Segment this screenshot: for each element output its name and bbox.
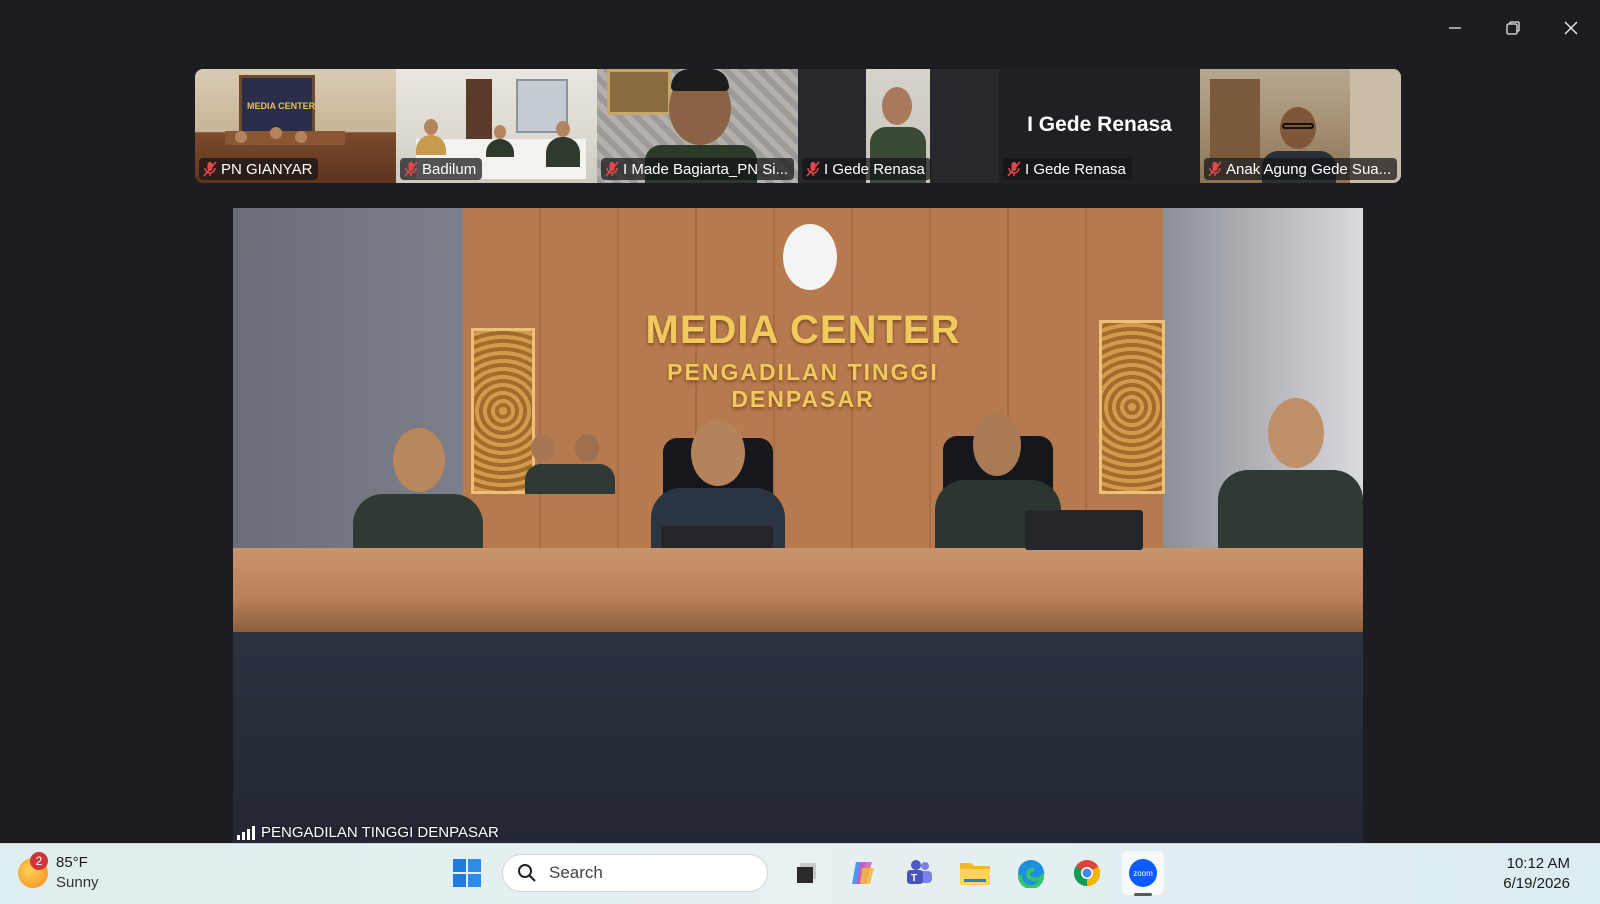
main-video[interactable]: MEDIA CENTER PENGADILAN TINGGI DENPASAR … bbox=[233, 208, 1363, 844]
participant-name: I Made Bagiarta_PN Si... bbox=[623, 160, 789, 178]
participant-tile[interactable]: Anak Agung Gede Sua... bbox=[1200, 69, 1401, 183]
chrome-button[interactable] bbox=[1066, 851, 1108, 895]
chrome-icon bbox=[1073, 860, 1101, 887]
teams-icon: T bbox=[907, 860, 932, 884]
mic-muted-icon bbox=[1007, 161, 1021, 177]
clock-date: 6/19/2026 bbox=[1503, 875, 1570, 892]
weather-temperature: 85°F bbox=[56, 854, 88, 871]
minimize-button[interactable] bbox=[1426, 0, 1484, 56]
wall-sign: MEDIA CENTER PENGADILAN TINGGI DENPASAR bbox=[623, 308, 983, 413]
teams-button[interactable]: T bbox=[898, 851, 940, 895]
wall-sign-line-1: MEDIA CENTER bbox=[645, 308, 961, 352]
participant-name: PN GIANYAR bbox=[221, 160, 313, 178]
carved-panel-right bbox=[1099, 320, 1165, 494]
desk-top bbox=[233, 548, 1363, 632]
system-clock[interactable]: 10:12 AM 6/19/2026 bbox=[1503, 854, 1570, 894]
signal-strength-icon bbox=[237, 825, 255, 840]
close-button[interactable] bbox=[1542, 0, 1600, 56]
participant-name-tag: I Gede Renasa bbox=[1003, 158, 1132, 180]
window-controls bbox=[1426, 0, 1600, 56]
participant-tile[interactable]: I Made Bagiarta_PN Si... bbox=[597, 69, 798, 183]
mic-muted-icon bbox=[605, 161, 619, 177]
mic-muted-icon bbox=[203, 161, 217, 177]
desk-front bbox=[233, 632, 1363, 844]
participant-name: Anak Agung Gede Sua... bbox=[1226, 160, 1392, 178]
participant-name-tag: I Gede Renasa bbox=[802, 158, 931, 180]
search-placeholder: Search bbox=[549, 863, 603, 882]
participant-name-tag: Badilum bbox=[400, 158, 483, 180]
clock-time: 10:12 AM bbox=[1506, 855, 1570, 872]
copilot-button[interactable] bbox=[842, 851, 884, 895]
participant-tile[interactable]: I Gede Renasa bbox=[798, 69, 999, 183]
task-view-button[interactable] bbox=[786, 851, 828, 895]
weather-condition: Sunny bbox=[56, 874, 99, 891]
participant-name: I Gede Renasa bbox=[824, 160, 925, 178]
mic-muted-icon bbox=[404, 161, 418, 177]
zoom-button[interactable]: zoom bbox=[1122, 851, 1164, 896]
copilot-icon bbox=[852, 862, 874, 884]
start-button[interactable] bbox=[446, 851, 488, 895]
svg-text:zoom: zoom bbox=[1133, 869, 1153, 878]
minimize-icon bbox=[1449, 27, 1461, 29]
close-icon bbox=[1564, 21, 1578, 35]
participant-tile[interactable]: Badilum bbox=[396, 69, 597, 183]
participant-strip: MEDIA CENTER PN GIANYAR Badilum I Made B… bbox=[195, 69, 1401, 183]
laptop bbox=[661, 526, 773, 548]
main-participant-name: PENGADILAN TINGGI DENPASAR bbox=[261, 824, 499, 841]
participant-name-tag: PN GIANYAR bbox=[199, 158, 319, 180]
participant-name: I Gede Renasa bbox=[1025, 160, 1126, 178]
edge-button[interactable] bbox=[1010, 851, 1052, 895]
participant-display-name: I Gede Renasa bbox=[1027, 113, 1172, 136]
person bbox=[525, 434, 615, 494]
restore-icon bbox=[1506, 21, 1520, 35]
mic-muted-icon bbox=[1208, 161, 1222, 177]
participant-tile[interactable]: I Gede Renasa I Gede Renasa bbox=[999, 69, 1200, 183]
taskbar: 2 85°F Sunny Search T zoom 10:12 AM 6/19… bbox=[0, 843, 1600, 904]
person bbox=[1218, 398, 1363, 560]
participant-tile[interactable]: MEDIA CENTER PN GIANYAR bbox=[195, 69, 396, 183]
participant-name-tag: I Made Bagiarta_PN Si... bbox=[601, 158, 795, 180]
svg-text:T: T bbox=[911, 873, 917, 884]
zoom-icon: zoom bbox=[1129, 859, 1157, 887]
wall-sign-line-3: DENPASAR bbox=[731, 386, 875, 412]
person bbox=[353, 428, 483, 574]
task-view-icon bbox=[797, 863, 816, 883]
search-icon bbox=[518, 864, 536, 882]
sunny-weather-icon: 2 bbox=[18, 852, 48, 888]
restore-button[interactable] bbox=[1484, 0, 1542, 56]
notification-badge: 2 bbox=[30, 852, 48, 870]
mic-muted-icon bbox=[806, 161, 820, 177]
file-explorer-button[interactable] bbox=[954, 851, 996, 895]
taskbar-search[interactable]: Search bbox=[502, 854, 768, 892]
start-icon bbox=[453, 859, 481, 887]
participant-name-tag: Anak Agung Gede Sua... bbox=[1204, 158, 1398, 180]
laptop bbox=[1025, 510, 1143, 550]
wall-emblem bbox=[783, 224, 837, 290]
weather-widget[interactable]: 2 85°F Sunny bbox=[18, 852, 99, 893]
participant-name: Badilum bbox=[422, 160, 477, 178]
file-explorer-icon bbox=[960, 863, 990, 885]
main-video-name-tag: PENGADILAN TINGGI DENPASAR bbox=[237, 824, 499, 841]
taskbar-apps: Search T zoom bbox=[446, 851, 1164, 896]
edge-icon bbox=[1017, 860, 1045, 888]
wall-sign-line-2: PENGADILAN TINGGI bbox=[667, 359, 939, 385]
